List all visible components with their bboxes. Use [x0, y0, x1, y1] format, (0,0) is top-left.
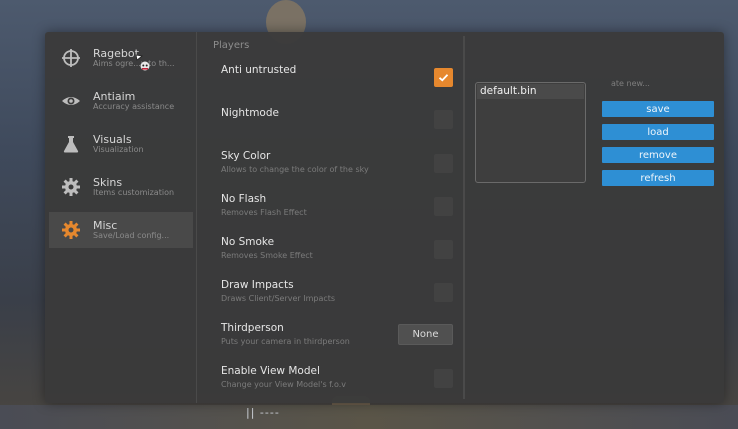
sidebar: Ragebot Aims ogre...y to th... Antiaim A…: [45, 32, 197, 403]
option-subtitle: Removes Smoke Effect: [221, 251, 313, 260]
option-anti-untrusted: Anti untrusted: [221, 64, 453, 98]
option-title: Enable View Model: [221, 365, 320, 377]
option-nightmode: Nightmode: [221, 107, 453, 141]
save-button[interactable]: save: [602, 101, 714, 117]
load-button[interactable]: load: [602, 124, 714, 140]
background-floor: [0, 405, 738, 429]
sidebar-item-misc[interactable]: Misc Save/Load config...: [49, 212, 193, 248]
gear-icon: [62, 221, 80, 239]
sidebar-item-title: Misc: [93, 220, 118, 233]
sky-color-checkbox[interactable]: [434, 154, 453, 173]
sidebar-item-ragebot[interactable]: Ragebot Aims ogre...y to th...: [49, 40, 193, 76]
eye-icon: [62, 97, 80, 105]
option-sky-color: Sky Color Allows to change the color of …: [221, 150, 453, 184]
option-subtitle: Allows to change the color of the sky: [221, 165, 369, 174]
sidebar-item-visuals[interactable]: Visuals Visualization: [49, 126, 193, 162]
flask-icon: [63, 136, 79, 153]
option-draw-impacts: Draw Impacts Draws Client/Server Impacts: [221, 279, 453, 313]
cheat-menu-window: Ragebot Aims ogre...y to th... Antiaim A…: [45, 32, 724, 403]
option-subtitle: Puts your camera in thirdperson: [221, 337, 350, 346]
crosshair-icon: [62, 49, 80, 67]
config-list-item[interactable]: default.bin: [477, 84, 584, 99]
nightmode-checkbox[interactable]: [434, 110, 453, 129]
column-divider: [463, 36, 465, 399]
sidebar-item-title: Visuals: [93, 134, 132, 147]
mouse-cursor-icon: [135, 54, 150, 71]
misc-options-panel: Players Anti untrusted Nightmode Sky Col…: [197, 32, 462, 403]
create-new-label: ate new...: [611, 79, 650, 88]
thirdperson-select[interactable]: None: [398, 324, 453, 345]
option-title: Nightmode: [221, 107, 279, 119]
option-subtitle: Removes Flash Effect: [221, 208, 307, 217]
sidebar-item-skins[interactable]: Skins Items customization: [49, 169, 193, 205]
sidebar-item-title: Ragebot: [93, 48, 139, 61]
section-label: Players: [213, 40, 250, 51]
anti-untrusted-checkbox[interactable]: [434, 68, 453, 87]
option-enable-view-model: Enable View Model Change your View Model…: [221, 365, 453, 399]
sidebar-item-subtitle: Visualization: [93, 144, 144, 154]
sidebar-item-title: Antiaim: [93, 91, 136, 104]
option-no-smoke: No Smoke Removes Smoke Effect: [221, 236, 453, 270]
gear-icon: [62, 178, 80, 196]
checkmark-icon: [438, 74, 449, 82]
enable-view-model-checkbox[interactable]: [434, 369, 453, 388]
option-thirdperson: Thirdperson Puts your camera in thirdper…: [221, 322, 453, 356]
option-title: No Smoke: [221, 236, 275, 248]
sidebar-item-antiaim[interactable]: Antiaim Accuracy assistance: [49, 83, 193, 119]
config-list[interactable]: default.bin: [475, 82, 586, 183]
no-flash-checkbox[interactable]: [434, 197, 453, 216]
sidebar-item-subtitle: Accuracy assistance: [93, 101, 175, 111]
sidebar-item-subtitle: Items customization: [93, 187, 175, 197]
background-floor-text: || ----: [246, 406, 280, 419]
sidebar-item-subtitle: Save/Load config...: [93, 230, 170, 240]
option-title: Anti untrusted: [221, 64, 297, 76]
option-title: Draw Impacts: [221, 279, 294, 291]
sidebar-item-subtitle: Aims ogre...y to th...: [93, 58, 175, 68]
no-smoke-checkbox[interactable]: [434, 240, 453, 259]
option-title: Sky Color: [221, 150, 271, 162]
option-title: No Flash: [221, 193, 267, 205]
option-subtitle: Change your View Model's f.o.v: [221, 380, 346, 389]
option-subtitle: Draws Client/Server Impacts: [221, 294, 336, 303]
sidebar-item-title: Skins: [93, 177, 123, 190]
refresh-button[interactable]: refresh: [602, 170, 714, 186]
remove-button[interactable]: remove: [602, 147, 714, 163]
draw-impacts-checkbox[interactable]: [434, 283, 453, 302]
option-no-flash: No Flash Removes Flash Effect: [221, 193, 453, 227]
